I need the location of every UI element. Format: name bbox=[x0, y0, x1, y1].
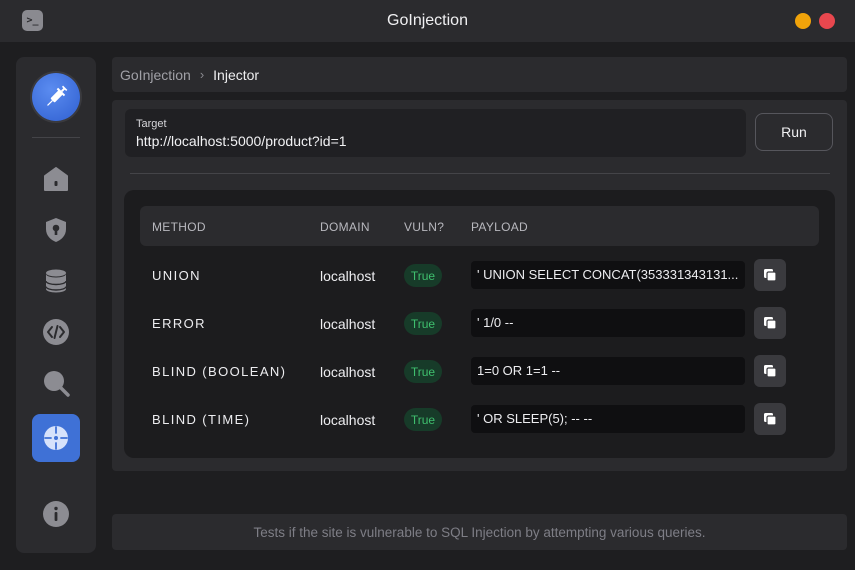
breadcrumb-current: Injector bbox=[213, 66, 260, 83]
status-footer: Tests if the site is vulnerable to SQL I… bbox=[112, 514, 847, 550]
divider bbox=[130, 173, 830, 174]
home-icon bbox=[44, 167, 68, 191]
target-field[interactable]: Target http://localhost:5000/product?id=… bbox=[125, 109, 746, 157]
sidebar-item-search[interactable] bbox=[32, 359, 80, 407]
table-row: BLIND (TIME) localhost True ' OR SLEEP(5… bbox=[140, 403, 819, 435]
minimize-button[interactable] bbox=[795, 13, 811, 29]
shield-icon bbox=[46, 218, 66, 242]
copy-icon bbox=[764, 317, 777, 330]
payload-field[interactable]: ' UNION SELECT CONCAT(353331343131... bbox=[471, 261, 745, 289]
payload-field[interactable]: ' 1/0 -- bbox=[471, 309, 745, 337]
footer-description: Tests if the site is vulnerable to SQL I… bbox=[253, 524, 706, 540]
table-header: METHOD DOMAIN VULN? PAYLOAD bbox=[140, 206, 819, 246]
sidebar-item-code[interactable] bbox=[32, 308, 80, 356]
copy-button[interactable] bbox=[754, 355, 786, 387]
code-icon bbox=[43, 319, 69, 345]
window-title: GoInjection bbox=[387, 12, 468, 29]
copy-icon bbox=[764, 365, 777, 378]
sidebar bbox=[16, 57, 96, 553]
table-row: ERROR localhost True ' 1/0 -- bbox=[140, 307, 819, 339]
sidebar-item-home[interactable] bbox=[32, 155, 80, 203]
sidebar-item-database[interactable] bbox=[32, 257, 80, 305]
chevron-right-icon: › bbox=[199, 67, 205, 82]
table-row: UNION localhost True ' UNION SELECT CONC… bbox=[140, 259, 819, 291]
injector-panel: Target http://localhost:5000/product?id=… bbox=[112, 100, 847, 471]
method-cell: UNION bbox=[152, 268, 201, 283]
vuln-badge: True bbox=[404, 408, 442, 431]
method-cell: ERROR bbox=[152, 316, 206, 331]
vuln-badge: True bbox=[404, 264, 442, 287]
breadcrumb-root-link[interactable]: GoInjection bbox=[120, 67, 191, 83]
payload-field[interactable]: ' OR SLEEP(5); -- -- bbox=[471, 405, 745, 433]
header-vuln: VULN? bbox=[404, 220, 445, 234]
header-method: METHOD bbox=[152, 220, 206, 234]
close-button[interactable] bbox=[819, 13, 835, 29]
copy-button[interactable] bbox=[754, 259, 786, 291]
vuln-badge: True bbox=[404, 360, 442, 383]
domain-cell: localhost bbox=[320, 268, 376, 284]
results-table: METHOD DOMAIN VULN? PAYLOAD UNION localh… bbox=[124, 190, 835, 458]
table-row: BLIND (BOOLEAN) localhost True 1=0 OR 1=… bbox=[140, 355, 819, 387]
sidebar-item-info[interactable] bbox=[32, 490, 80, 538]
target-label: Target bbox=[136, 118, 167, 130]
copy-button[interactable] bbox=[754, 403, 786, 435]
breadcrumb: GoInjection › Injector bbox=[112, 57, 847, 92]
crosshair-icon bbox=[44, 426, 68, 450]
method-cell: BLIND (BOOLEAN) bbox=[152, 364, 287, 379]
sidebar-divider bbox=[32, 137, 80, 138]
vuln-badge: True bbox=[404, 312, 442, 335]
search-icon bbox=[44, 371, 70, 397]
domain-cell: localhost bbox=[320, 364, 376, 380]
method-cell: BLIND (TIME) bbox=[152, 412, 251, 427]
domain-cell: localhost bbox=[320, 316, 376, 332]
copy-button[interactable] bbox=[754, 307, 786, 339]
header-domain: DOMAIN bbox=[320, 220, 370, 234]
sidebar-item-injector[interactable] bbox=[32, 414, 80, 462]
header-payload: PAYLOAD bbox=[471, 220, 529, 234]
database-icon bbox=[45, 269, 67, 293]
copy-icon bbox=[764, 413, 777, 426]
domain-cell: localhost bbox=[320, 412, 376, 428]
payload-field[interactable]: 1=0 OR 1=1 -- bbox=[471, 357, 745, 385]
title-bar: >_ GoInjection bbox=[0, 0, 855, 42]
run-button[interactable]: Run bbox=[755, 113, 833, 151]
syringe-icon[interactable] bbox=[32, 73, 80, 121]
sidebar-item-security[interactable] bbox=[32, 206, 80, 254]
target-input[interactable]: http://localhost:5000/product?id=1 bbox=[136, 133, 347, 149]
info-icon bbox=[43, 501, 69, 527]
copy-icon bbox=[764, 269, 777, 282]
